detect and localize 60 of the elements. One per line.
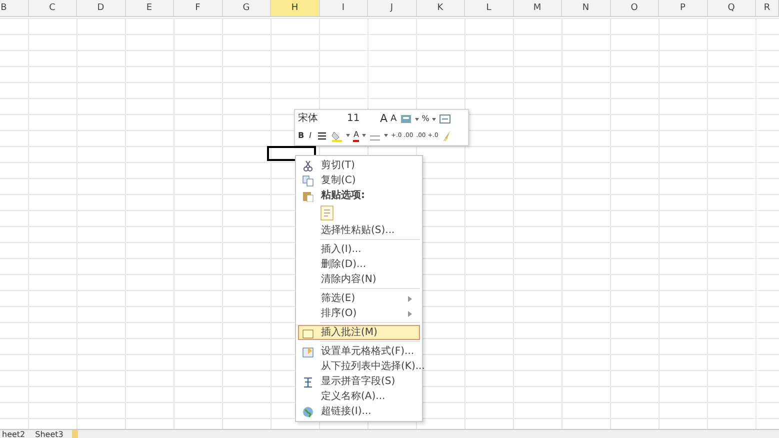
menu-item[interactable]: 显示拼音字段(S) [298,374,420,389]
percent-button[interactable]: % [422,112,430,126]
grow-font-button[interactable]: A [380,112,388,126]
caret-icon [346,133,350,138]
menu-item[interactable]: 筛选(E) [298,291,420,306]
menu-item[interactable]: 插入批注(M) [298,325,420,340]
column-header[interactable]: K [416,0,465,16]
clipboard-icon [302,190,314,202]
paste-values-icon[interactable] [320,205,334,221]
comment-icon [302,326,314,338]
caret-icon [362,133,366,138]
column-header[interactable]: Q [708,0,756,16]
menu-item[interactable]: 超链接(I)... [298,404,420,419]
column-header[interactable]: F [174,0,222,16]
shrink-font-button[interactable]: A [390,112,397,126]
column-header[interactable]: R [756,0,779,16]
sheet-tab[interactable]: Sheet3 [33,430,66,438]
caret-icon [432,116,436,122]
bold-button[interactable]: B [298,128,304,143]
phonetic-icon [302,376,314,388]
menu-item[interactable]: 剪切(T) [298,158,420,173]
menu-item[interactable]: 排序(O) [298,306,420,321]
column-header[interactable]: C [28,0,77,16]
menu-item[interactable]: 删除(D)... [298,257,420,272]
new-sheet-icon [71,430,80,438]
align-icon[interactable] [316,130,328,142]
menu-item[interactable]: 插入(I)... [298,242,420,257]
italic-button[interactable]: I [307,128,314,143]
copy-icon [302,174,314,186]
menu-heading: 粘贴选项: [298,188,420,203]
column-header[interactable]: I [320,0,368,16]
column-header[interactable]: E [126,0,174,16]
column-header[interactable]: P [659,0,708,16]
menu-item[interactable]: 选择性粘贴(S)... [298,223,420,238]
format-cells-icon [302,346,314,358]
globe-icon [302,406,314,418]
caret-icon [414,116,419,122]
caret-icon [384,133,388,138]
menu-item[interactable]: 定义名称(A)... [298,389,420,404]
column-header[interactable]: M [514,0,562,16]
font-color-button[interactable]: A [353,129,359,142]
column-header[interactable]: B [0,0,28,16]
column-header[interactable]: L [465,0,514,16]
sheet-tab[interactable]: heet2 [0,430,28,438]
font-name-field[interactable]: 宋体 [298,112,344,126]
menu-item[interactable]: 清除内容(N) [298,272,420,287]
column-header[interactable]: O [610,0,659,16]
submenu-arrow-icon [407,310,413,316]
menu-item[interactable]: 复制(C) [298,173,420,188]
column-header[interactable]: J [368,0,416,16]
font-size-field[interactable]: 11 [347,112,377,126]
submenu-arrow-icon [407,296,413,302]
menu-item[interactable]: 设置单元格格式(F)... [298,344,420,359]
column-header[interactable]: D [77,0,126,16]
merge-cells-icon[interactable] [439,113,452,126]
column-header[interactable]: N [562,0,610,16]
scissors-icon [302,160,314,172]
column-header[interactable]: H [271,0,320,16]
table-style-icon[interactable] [400,113,412,126]
fill-color-icon[interactable] [331,130,344,142]
